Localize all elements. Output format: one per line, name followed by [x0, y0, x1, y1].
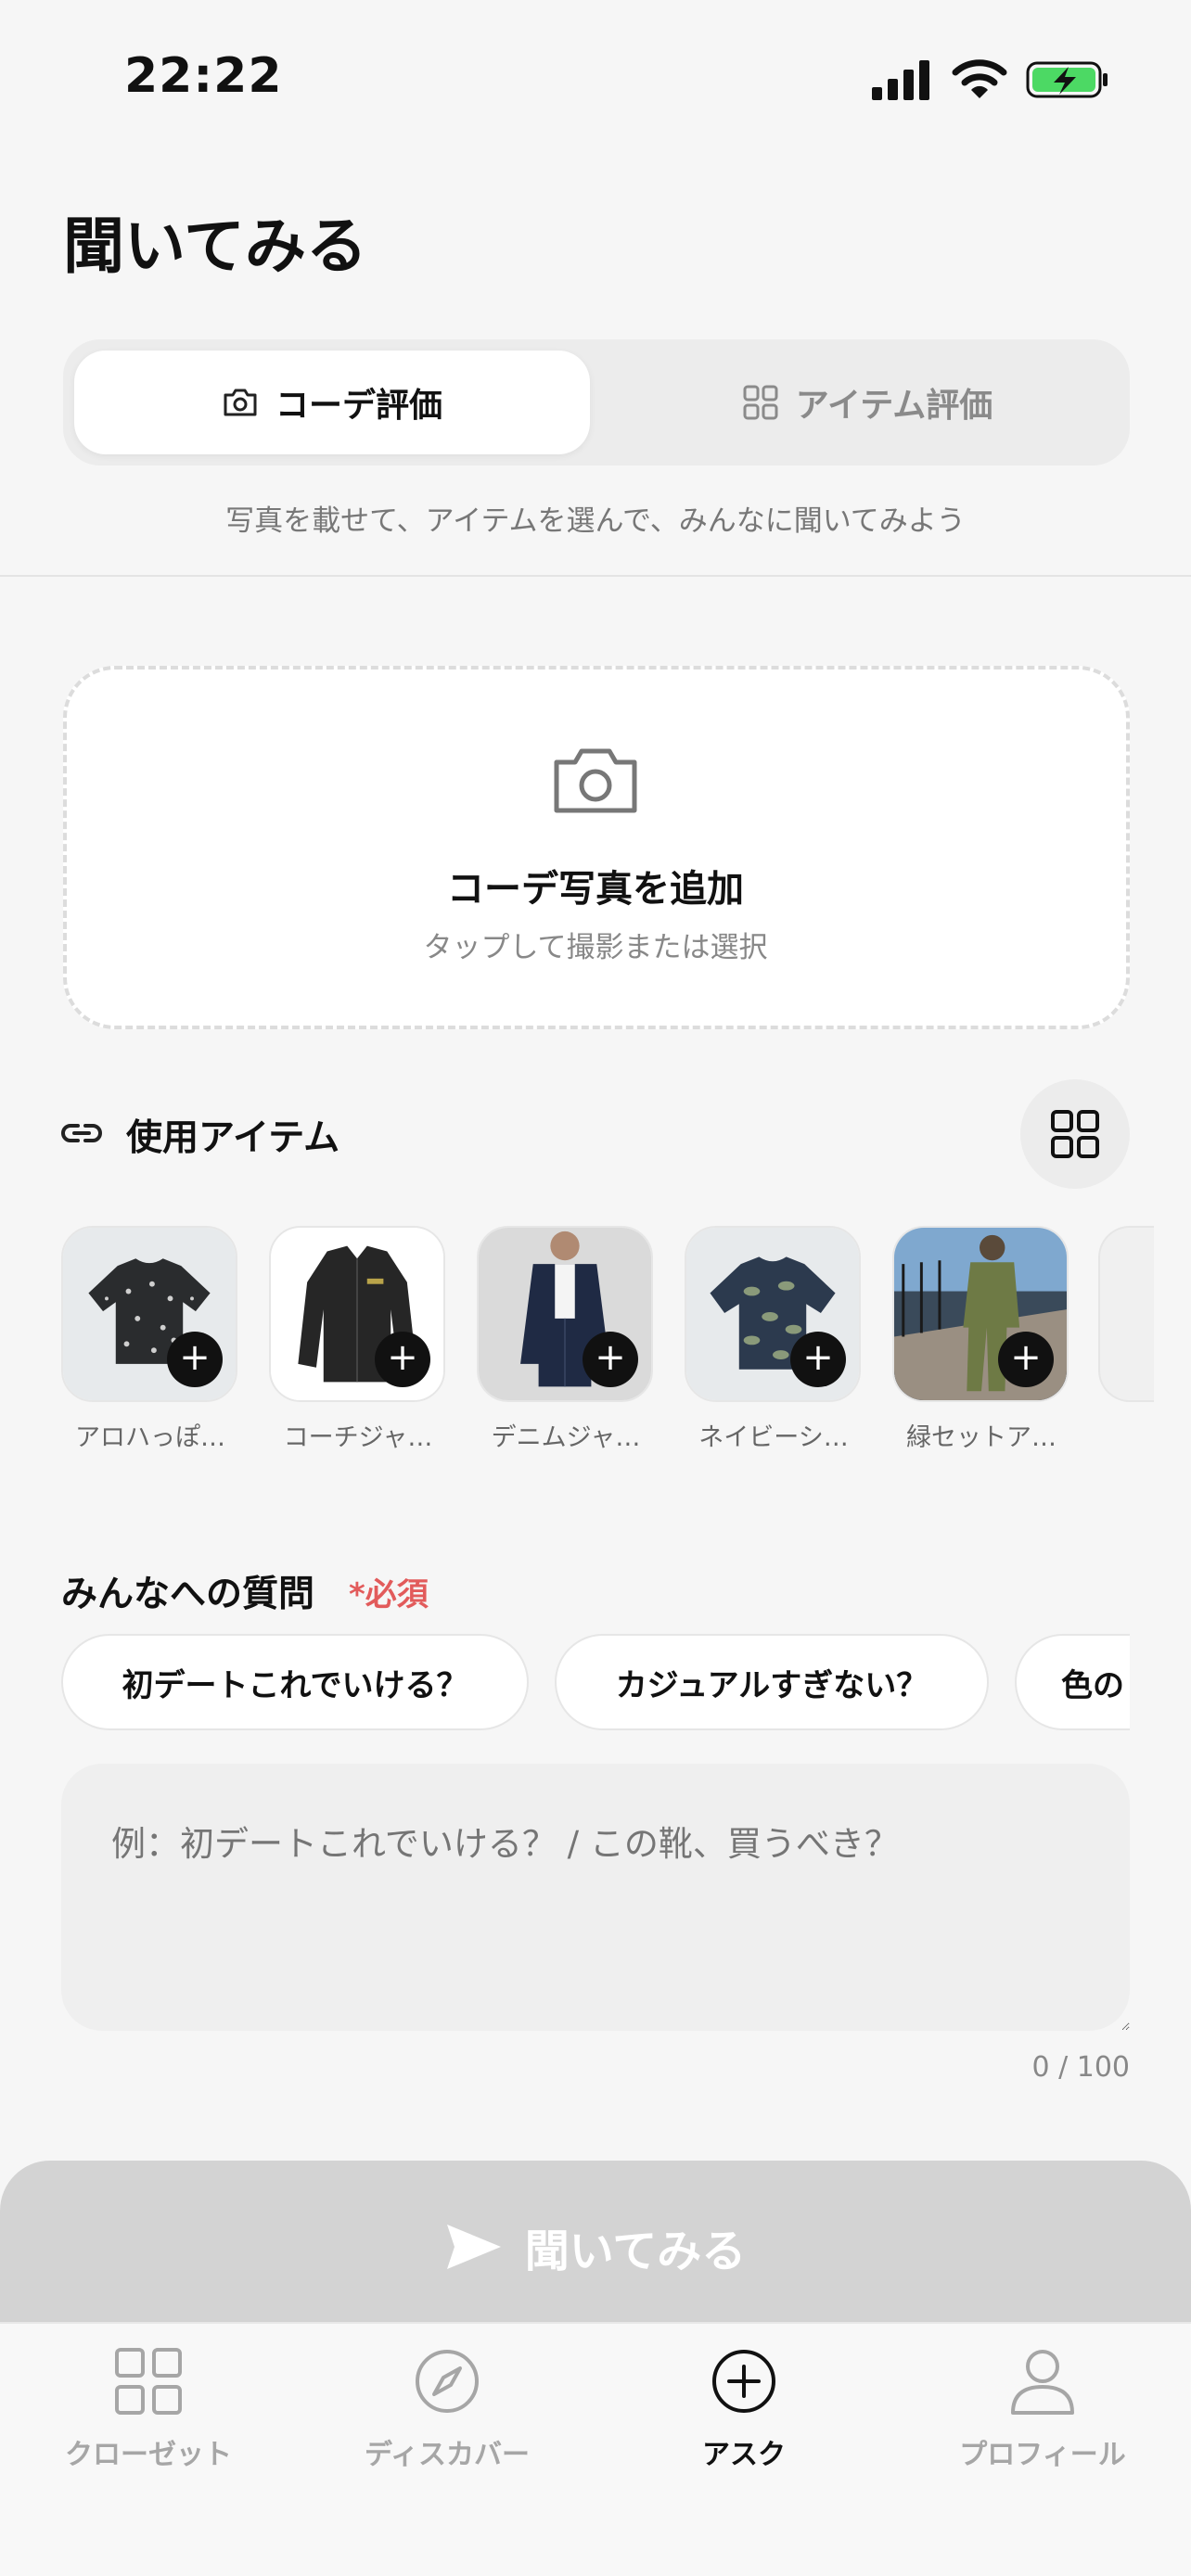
grid-icon — [743, 385, 778, 420]
page-title: 聞いてみる — [63, 210, 368, 282]
status-time: 22:22 — [124, 48, 283, 104]
item-label: コーチジャ… — [283, 1423, 433, 1452]
add-item-button[interactable]: + — [998, 1332, 1054, 1387]
question-chip[interactable]: 初デートこれでいける？ — [61, 1634, 529, 1730]
item-label: デニムジャ… — [491, 1423, 641, 1452]
item-thumbnail[interactable] — [1098, 1226, 1154, 1402]
cellular-signal-icon — [872, 60, 929, 100]
wifi-icon — [952, 59, 1007, 98]
add-photo-title: コーデ写真を追加 — [447, 868, 744, 911]
add-photo-dropzone[interactable] — [63, 666, 1130, 1029]
question-input[interactable] — [61, 1764, 1130, 2031]
submit-ask-label: 聞いてみる — [524, 2225, 747, 2277]
item-label: ネイビーシ… — [698, 1423, 849, 1452]
plus-circle-icon — [712, 2350, 775, 2413]
question-suggestion-chips: 初デートこれでいける？ カジュアルすぎない？ 色の — [61, 1634, 1130, 1734]
tab-profile-label: プロフィール — [959, 2439, 1126, 2471]
required-badge: *必須 — [349, 1576, 429, 1613]
question-section-title: みんなへの質問 — [61, 1574, 315, 1615]
question-chip[interactable]: 色の — [1015, 1634, 1130, 1730]
grid-icon — [115, 2348, 182, 2415]
add-item-button[interactable]: + — [790, 1332, 846, 1387]
tab-item-review[interactable]: アイテム評価 — [612, 351, 1122, 454]
camera-icon — [224, 389, 257, 416]
tab-item-review-label: アイテム評価 — [795, 387, 993, 425]
add-photo-subtitle: タップして撮影または選択 — [423, 931, 768, 964]
battery-charging-icon — [1026, 61, 1108, 98]
add-item-button[interactable]: + — [167, 1332, 223, 1387]
item-label: 緑セットア… — [906, 1423, 1057, 1452]
camera-icon — [554, 748, 637, 813]
link-icon — [61, 1124, 102, 1142]
instruction-text: 写真を載せて、アイテムを選んで、みんなに聞いてみよう — [225, 504, 966, 538]
submit-ask-button[interactable]: 聞いてみる — [0, 2161, 1191, 2333]
tab-discover-label: ディスカバー — [365, 2439, 530, 2471]
tab-closet[interactable]: クローゼット — [0, 2344, 297, 2472]
item-label: アロハっぽ… — [75, 1423, 225, 1452]
person-icon — [1011, 2350, 1074, 2415]
items-section-title: 使用アイテム — [126, 1117, 340, 1159]
send-icon — [446, 2225, 501, 2269]
add-item-button[interactable]: + — [375, 1332, 430, 1387]
item-grid-button[interactable] — [1020, 1079, 1130, 1189]
tab-discover[interactable]: ディスカバー — [299, 2344, 596, 2472]
divider — [0, 575, 1191, 577]
tab-ask-label: アスク — [702, 2439, 786, 2471]
grid-icon — [1051, 1110, 1099, 1158]
tab-closet-label: クローゼット — [65, 2439, 232, 2471]
tab-ask[interactable]: アスク — [596, 2344, 892, 2472]
compass-icon — [416, 2350, 479, 2413]
tab-coordinate-review-label: コーデ評価 — [275, 387, 442, 425]
tab-coordinate-review[interactable]: コーデ評価 — [74, 351, 590, 454]
question-chip[interactable]: カジュアルすぎない？ — [555, 1634, 989, 1730]
tab-profile[interactable]: プロフィール — [894, 2344, 1191, 2472]
character-counter: 0 / 100 — [1031, 2051, 1130, 2084]
add-item-button[interactable]: + — [583, 1332, 638, 1387]
